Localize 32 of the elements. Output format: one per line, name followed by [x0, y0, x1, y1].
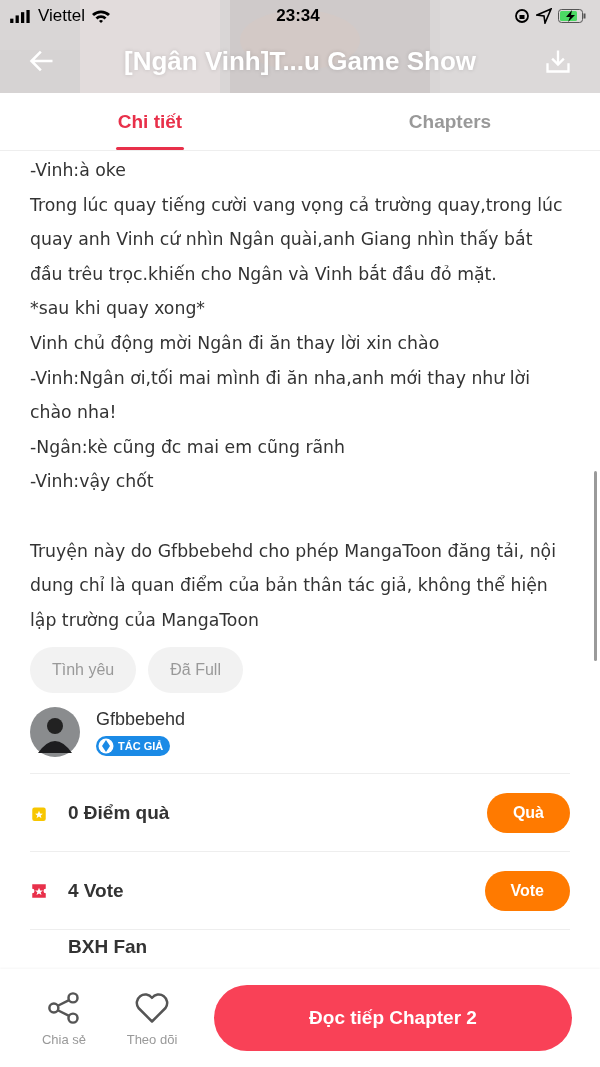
- battery-icon: [558, 9, 586, 23]
- carrier-name: Viettel: [38, 6, 85, 26]
- story-paragraph: *sau khi quay xong*: [30, 297, 206, 321]
- share-icon: [46, 989, 82, 1026]
- genre-tag[interactable]: Đã Full: [148, 647, 243, 694]
- location-arrow-icon: [536, 8, 552, 24]
- tab[interactable]: Chi tiết: [0, 93, 300, 150]
- signal-icon: [10, 9, 32, 23]
- story-paragraph: -Vinh:Ngân ơi,tối mai mình đi ăn nha,anh mới thay như lời chào nha!: [30, 366, 531, 425]
- wifi-icon: [90, 9, 111, 23]
- stat-button[interactable]: Quà: [486, 792, 570, 833]
- story-paragraph: Trong lúc quay tiếng cười vang vọng cả trường quay,trong lúc quay anh Vinh cứ nhìn Ngân quài,anh Giang nhìn thấy bắt đầu trêu trọc.khiến cho Ngân và Vinh bắt đầu đỏ mặt.: [30, 193, 564, 286]
- status-time: 23:34: [276, 6, 320, 26]
- author-name: Gfbbebehd: [96, 708, 186, 730]
- stat-button[interactable]: Vote: [484, 870, 570, 911]
- rotation-lock-icon: [514, 8, 530, 24]
- ranking-label: BXH Fan: [68, 936, 148, 958]
- author-badge: TÁC GIẢ: [96, 735, 171, 756]
- continue-reading-button[interactable]: Đọc tiếp Chapter 2: [214, 985, 572, 1051]
- ticket-icon: [30, 881, 48, 900]
- tab[interactable]: Chapters: [300, 93, 600, 150]
- genre-tag[interactable]: Tình yêu: [30, 647, 137, 694]
- story-paragraph: -Ngân:kè cũng đc mai em cũng rãnh: [30, 435, 346, 459]
- author-avatar[interactable]: [30, 707, 80, 758]
- story-paragraph: -Vinh:à oke: [30, 159, 127, 182]
- action-button[interactable]: Theo dõi: [112, 989, 192, 1047]
- action-button[interactable]: Chia sẻ: [24, 989, 104, 1047]
- copyright-notice: Truyện này do Gfbbebehd cho phép MangaToon đăng tải, nội dung chỉ là quan điểm của bản thân tác giả, không thể hiện lập trường của MangaToon: [30, 539, 557, 632]
- story-paragraph: -Vinh:vậy chốt: [30, 470, 155, 494]
- stat-label: 0 Điểm quà: [68, 801, 171, 824]
- story-paragraph: Vinh chủ động mời Ngân đi ăn thay lời xin chào: [30, 331, 441, 355]
- stat-label: 4 Vote: [68, 879, 125, 902]
